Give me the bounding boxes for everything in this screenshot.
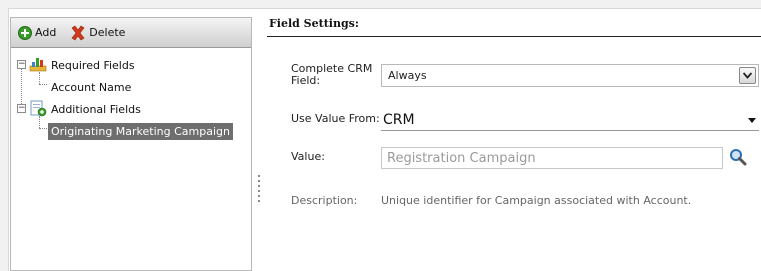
description-text: Unique identifier for Campaign associate…: [381, 194, 692, 207]
tree-node-label: Account Name: [51, 81, 132, 94]
value-row: Value:: [291, 151, 383, 163]
value-label: Value:: [291, 150, 325, 163]
chart-folder-icon: [29, 58, 47, 72]
complete-crm-dropdown-button[interactable]: [739, 67, 756, 84]
tree-node-originating-marketing-campaign[interactable]: Originating Marketing Campaign: [11, 120, 251, 142]
complete-crm-label: Complete CRM Field:: [291, 62, 373, 87]
delete-x-icon: [71, 25, 85, 40]
complete-crm-value: Always: [388, 69, 427, 82]
tree-node-label-selected: Originating Marketing Campaign: [48, 123, 233, 140]
add-circle-icon: [18, 25, 32, 40]
complete-crm-row: Complete CRM Field:: [291, 63, 383, 87]
complete-crm-select[interactable]: Always: [381, 64, 759, 87]
description-label: Description:: [291, 194, 358, 207]
document-add-icon: [30, 100, 47, 117]
fields-panel: Add Delete − Required Fields Account Nam…: [10, 17, 252, 271]
delete-button-label: Delete: [89, 26, 126, 39]
value-placeholder: Registration Campaign: [387, 150, 536, 166]
add-button-label: Add: [35, 26, 57, 39]
tree-node-label: Additional Fields: [51, 102, 141, 116]
search-icon: [730, 149, 747, 166]
fields-tree: − Required Fields Account Name − Additio…: [11, 48, 251, 142]
panel-splitter-handle[interactable]: [256, 172, 262, 208]
use-value-from-value: CRM: [383, 111, 415, 128]
page-top-strip: [0, 0, 761, 8]
field-settings-panel: Field Settings: Complete CRM Field: Alwa…: [267, 17, 761, 271]
fields-toolbar: Add Delete: [11, 18, 251, 48]
add-button[interactable]: Add: [18, 25, 57, 40]
caret-down-icon: [748, 118, 756, 123]
collapse-toggle[interactable]: −: [17, 104, 26, 113]
tree-node-additional-fields[interactable]: − Additional Fields: [11, 98, 251, 120]
collapse-toggle[interactable]: −: [17, 60, 26, 69]
tree-node-label: Required Fields: [51, 58, 135, 72]
tree-node-required-fields[interactable]: − Required Fields: [11, 54, 251, 76]
field-settings-title: Field Settings:: [267, 17, 761, 37]
use-value-from-label: Use Value From:: [291, 112, 380, 125]
value-input[interactable]: Registration Campaign: [381, 147, 723, 169]
tree-node-account-name[interactable]: Account Name: [11, 76, 251, 98]
value-search-button[interactable]: [729, 148, 747, 166]
use-value-from-row: Use Value From:: [291, 113, 383, 125]
chevron-down-icon: [743, 72, 752, 79]
use-value-from-select[interactable]: CRM: [381, 109, 759, 131]
delete-button[interactable]: Delete: [70, 25, 125, 41]
